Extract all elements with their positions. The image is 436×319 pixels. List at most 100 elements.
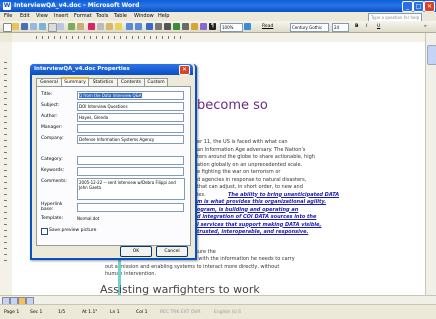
subject-label: Subject: bbox=[41, 103, 60, 108]
word-app-icon: W bbox=[3, 2, 11, 10]
dialog-close-button[interactable]: ✕ bbox=[179, 65, 190, 75]
document-highlighted-line: ogram, is building and operating an bbox=[197, 206, 299, 213]
manager-label: Manager: bbox=[41, 125, 63, 130]
template-label: Template: bbox=[41, 216, 64, 221]
status-flags: REC TRK EXT OVR bbox=[160, 310, 201, 315]
document-line: e fighting the war on terrorism or bbox=[197, 169, 281, 175]
maximize-button[interactable]: □ bbox=[413, 1, 424, 12]
properties-dialog: InterviewQA_v4.doc Properties ✕ General … bbox=[30, 64, 197, 260]
company-label: Company: bbox=[41, 136, 64, 141]
author-field[interactable]: Hayes, Glenda bbox=[77, 113, 184, 122]
toolbar-options-icon[interactable]: » bbox=[424, 24, 427, 29]
scroll-thumb[interactable] bbox=[427, 45, 436, 65]
dialog-title-bar[interactable]: InterviewQA_v4.doc Properties ✕ bbox=[30, 64, 193, 75]
title-field[interactable]: Q from the Data Interview Q&A bbox=[77, 91, 184, 100]
document-line: ation globally on an unprecedented scale… bbox=[197, 161, 303, 168]
tab-selector-icon[interactable] bbox=[0, 33, 12, 42]
save-preview-checkbox[interactable] bbox=[41, 228, 48, 235]
menu-help[interactable]: Help bbox=[158, 13, 169, 19]
redo-icon[interactable] bbox=[135, 23, 142, 30]
document-line: an Information Age adversary. The Nation… bbox=[197, 146, 306, 153]
save-preview-label: Save preview picture bbox=[49, 228, 97, 233]
paste-icon[interactable] bbox=[106, 23, 113, 30]
author-label: Author: bbox=[41, 114, 58, 119]
menu-insert[interactable]: Insert bbox=[54, 13, 68, 19]
spelling-icon[interactable] bbox=[68, 23, 75, 30]
columns-icon[interactable] bbox=[182, 23, 189, 30]
save-icon[interactable] bbox=[21, 23, 28, 30]
document-highlighted-line: l services that support making DATA visi… bbox=[197, 221, 322, 228]
zoom-select[interactable]: 100% bbox=[220, 23, 243, 32]
read-button[interactable]: Read bbox=[262, 24, 273, 29]
comments-field[interactable]: 2005-12-22 -- sent interview w/Debra Fil… bbox=[77, 178, 185, 200]
dialog-title: InterviewQA_v4.doc Properties bbox=[34, 66, 130, 72]
menu-table[interactable]: Table bbox=[114, 13, 127, 19]
vertical-scrollbar[interactable] bbox=[425, 33, 436, 295]
document-line: ters around the globe to share actionabl… bbox=[197, 154, 315, 160]
italic-button[interactable]: I bbox=[366, 24, 367, 29]
comments-label: Comments: bbox=[41, 179, 67, 184]
status-bar: Page 1 Sec 1 1/5 At 1.1" Ln 1 Col 1 REC … bbox=[0, 304, 436, 319]
underline-button[interactable]: U bbox=[377, 24, 380, 29]
status-at: At 1.1" bbox=[82, 310, 98, 315]
help-icon[interactable] bbox=[244, 23, 251, 30]
document-highlighted-line: trusted, interoperable, and responsive. bbox=[197, 229, 309, 235]
print-icon[interactable] bbox=[48, 23, 57, 32]
title-label: Title: bbox=[41, 92, 53, 97]
menu-tools[interactable]: Tools bbox=[96, 13, 108, 19]
category-field[interactable] bbox=[77, 156, 184, 165]
font-size-select[interactable]: 24 bbox=[332, 23, 349, 32]
cut-icon[interactable] bbox=[88, 23, 95, 30]
document-line: out a mission and enabling systems to in… bbox=[105, 263, 280, 270]
open-folder-icon[interactable] bbox=[12, 23, 19, 30]
undo-icon[interactable] bbox=[126, 23, 133, 30]
document-line: er 11, the US is faced with what can bbox=[197, 139, 288, 145]
company-field[interactable]: Defense Information Systems Agency bbox=[77, 135, 184, 144]
close-button[interactable]: ✕ bbox=[424, 1, 435, 12]
toolbar: ¶ 100% Read Century Gothic 24 B I U » bbox=[0, 21, 436, 33]
document-line: that can adjust, in short order, to new … bbox=[197, 184, 303, 190]
tables-borders-icon[interactable] bbox=[155, 23, 162, 30]
insert-excel-icon[interactable] bbox=[173, 23, 180, 30]
document-heading: become so bbox=[197, 98, 268, 113]
status-page: Page 1 bbox=[4, 310, 20, 315]
copy-icon[interactable] bbox=[97, 23, 104, 30]
document-highlighted-line: m is what provides this organizational a… bbox=[197, 199, 327, 205]
hyperlink-field[interactable] bbox=[77, 203, 184, 212]
hyperlink-label: Hyperlink base: bbox=[41, 202, 63, 212]
keywords-field[interactable] bbox=[77, 167, 184, 176]
drawing-icon[interactable] bbox=[191, 23, 198, 30]
print-preview-icon[interactable] bbox=[57, 23, 64, 30]
document-highlighted-line: d integration of COI DATA sources into t… bbox=[197, 214, 317, 220]
template-value: Normal.dot bbox=[77, 216, 100, 221]
email-icon[interactable] bbox=[39, 23, 46, 30]
ok-button[interactable]: OK bbox=[120, 246, 152, 257]
status-line: Ln 1 bbox=[110, 310, 120, 315]
window-title: InterviewQA_v4.doc - Microsoft Word bbox=[14, 2, 140, 9]
menu-window[interactable]: Window bbox=[134, 13, 154, 19]
menu-view[interactable]: View bbox=[36, 13, 48, 19]
status-column: Col 1 bbox=[136, 310, 148, 315]
permission-icon[interactable] bbox=[30, 23, 37, 30]
minimize-button[interactable]: _ bbox=[402, 1, 413, 12]
menu-edit[interactable]: Edit bbox=[20, 13, 30, 19]
show-hide-icon[interactable]: ¶ bbox=[209, 23, 216, 30]
insert-table-icon[interactable] bbox=[164, 23, 171, 30]
research-icon[interactable] bbox=[77, 23, 84, 30]
menu-file[interactable]: File bbox=[4, 13, 12, 19]
font-select[interactable]: Century Gothic bbox=[290, 23, 329, 32]
manager-field[interactable] bbox=[77, 124, 184, 133]
document-line: d agencies in response to natural disast… bbox=[197, 176, 307, 183]
status-language: English (U.S bbox=[214, 310, 242, 315]
new-document-icon[interactable] bbox=[3, 23, 12, 32]
document-map-icon[interactable] bbox=[200, 23, 207, 30]
title-bar: W InterviewQA_v4.doc - Microsoft Word _ … bbox=[0, 0, 436, 12]
bold-button[interactable]: B bbox=[355, 24, 358, 29]
status-section: Sec 1 bbox=[30, 310, 43, 315]
hyperlink-icon[interactable] bbox=[146, 23, 153, 30]
cancel-button[interactable]: Cancel bbox=[156, 246, 188, 257]
subject-field[interactable]: DOI Interview Questions bbox=[77, 102, 184, 111]
document-highlighted-line: The ability to bring unanticipated DATA bbox=[228, 191, 340, 198]
format-painter-icon[interactable] bbox=[115, 23, 122, 30]
menu-format[interactable]: Format bbox=[74, 13, 92, 19]
